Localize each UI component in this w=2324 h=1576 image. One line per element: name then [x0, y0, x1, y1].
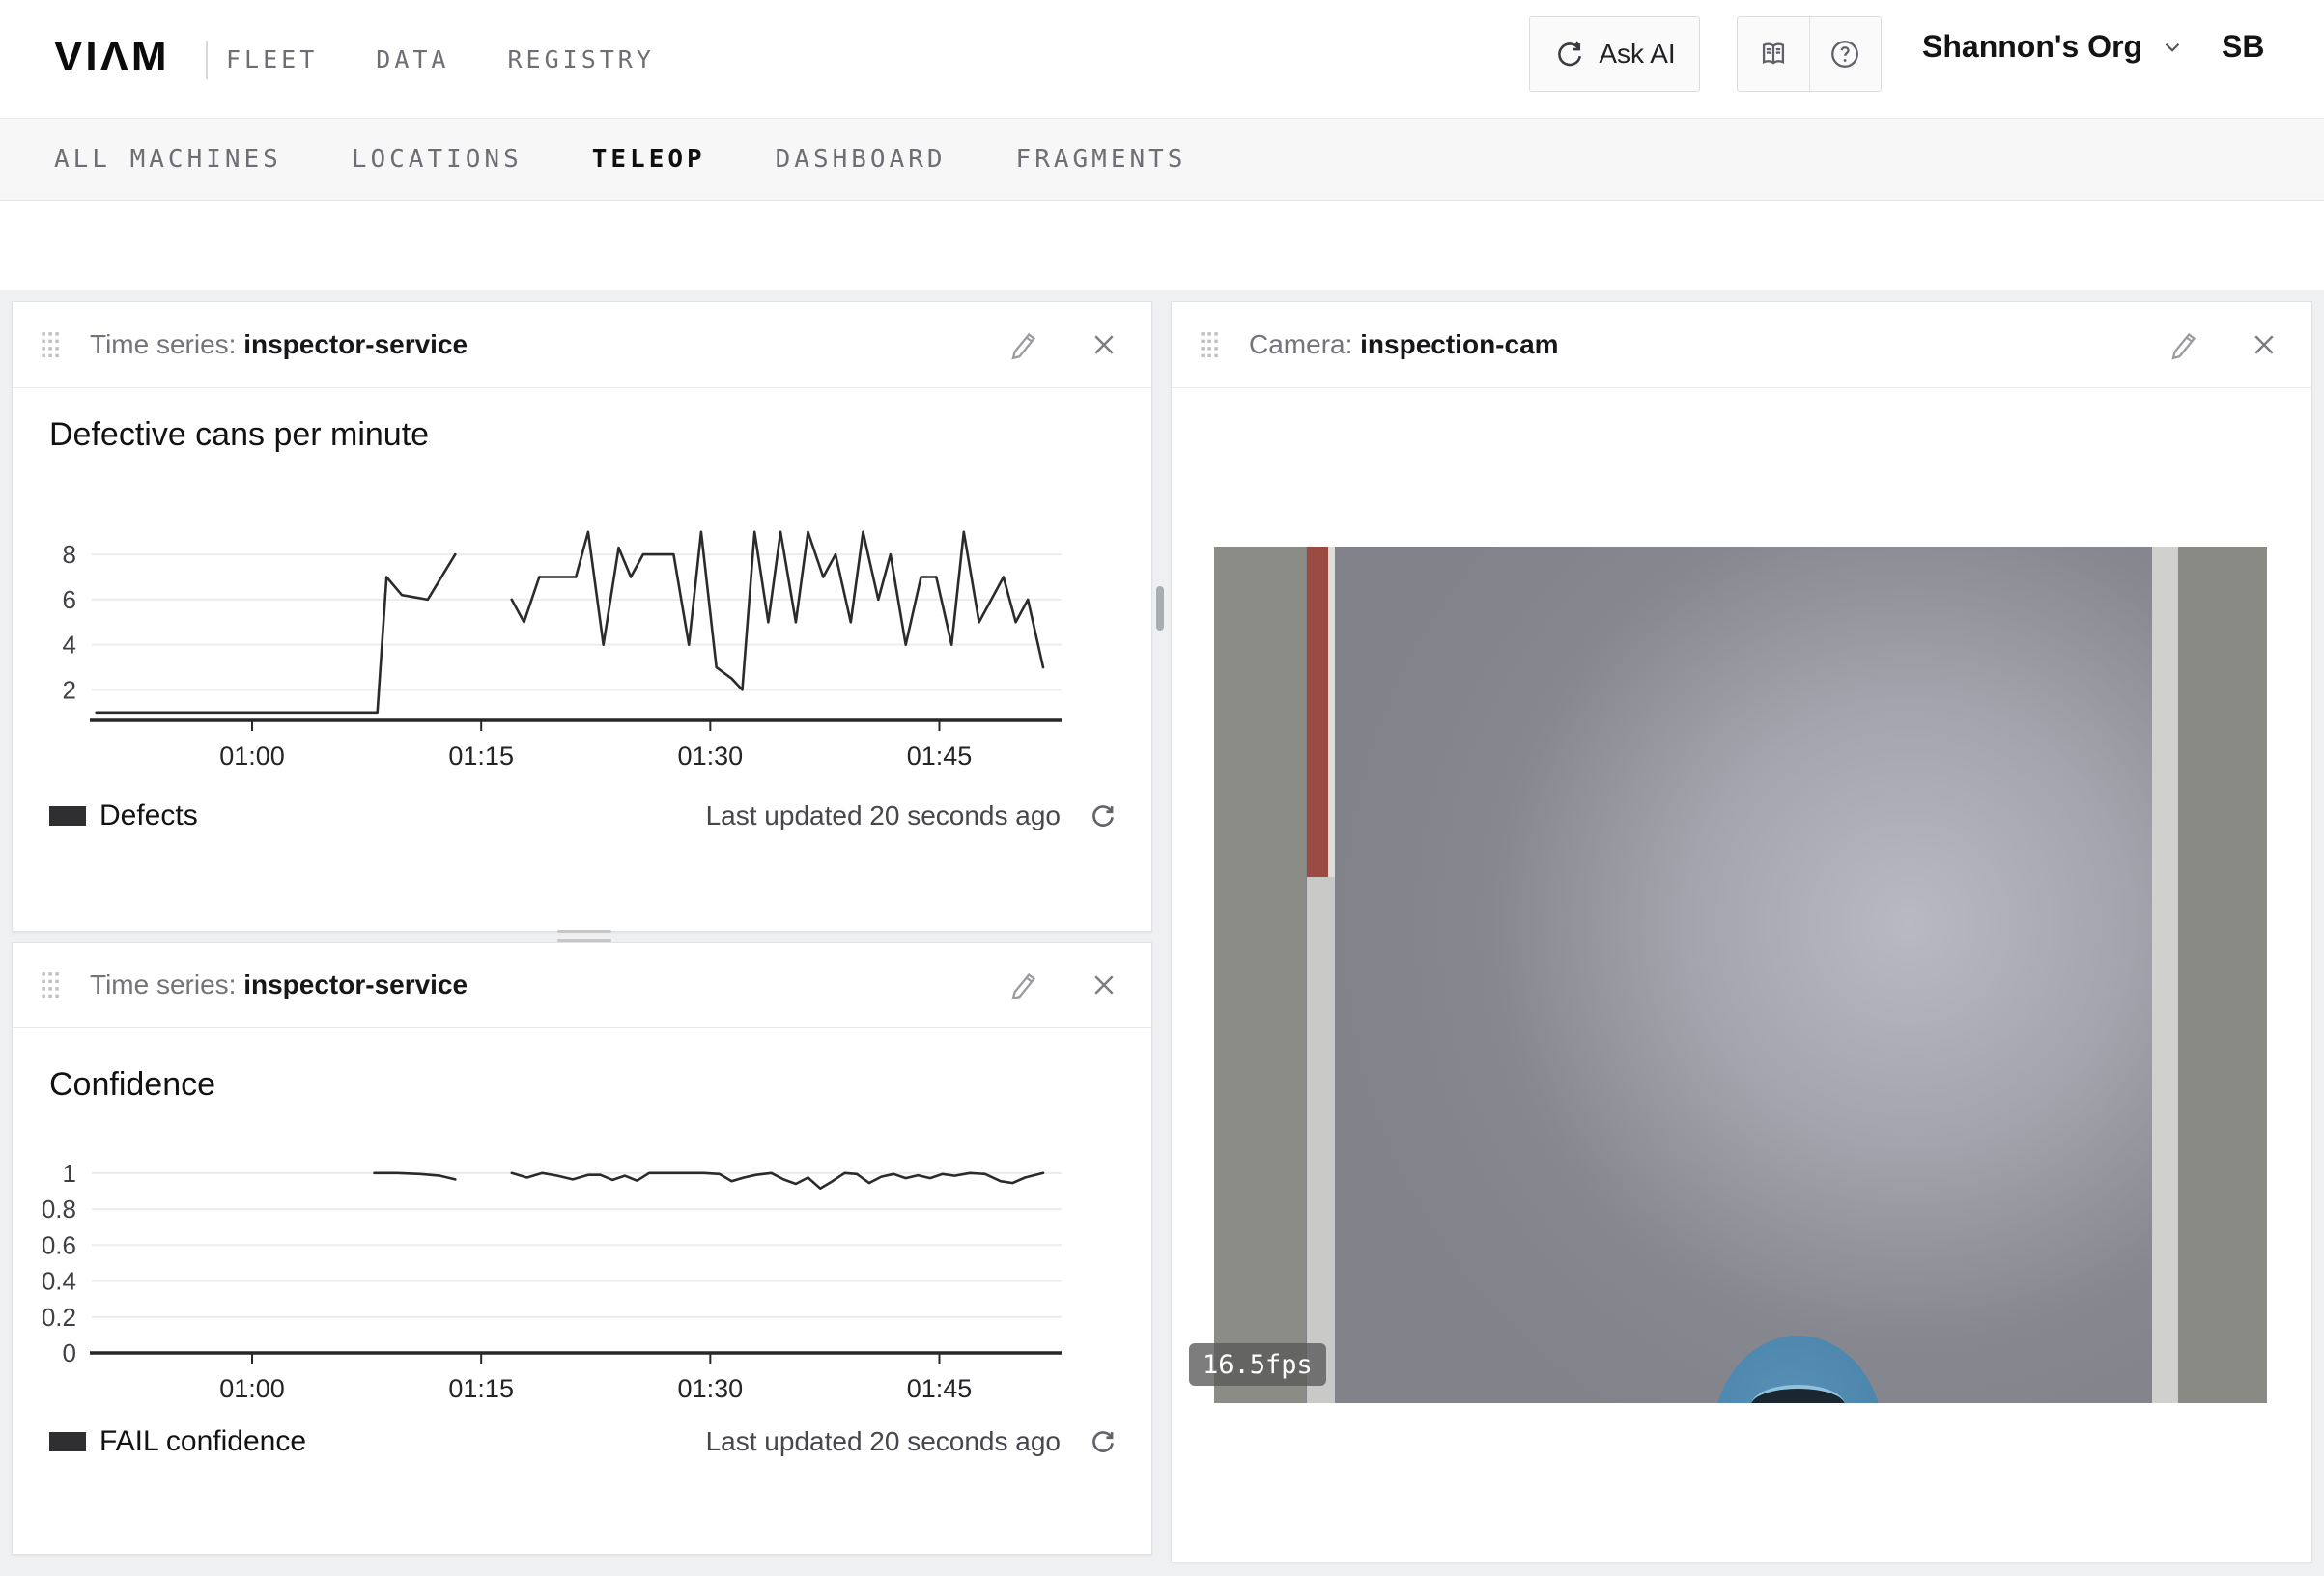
widget-resource-name: inspection-cam [1360, 329, 1558, 359]
svg-text:2: 2 [63, 675, 76, 704]
legend-swatch [49, 1432, 86, 1451]
help-button[interactable] [1809, 17, 1882, 91]
workspace-toolbar: Workspaces inspection Home inspection-st… [0, 201, 2324, 290]
svg-text:01:30: 01:30 [678, 742, 744, 771]
nav-item-registry[interactable]: REGISTRY [507, 45, 654, 73]
svg-text:01:15: 01:15 [448, 1374, 514, 1403]
tab-locations[interactable]: LOCATIONS [352, 145, 523, 174]
edit-widget-button[interactable] [2168, 329, 2199, 360]
chart-title: Defective cans per minute [49, 416, 429, 454]
drag-handle-icon[interactable] [40, 330, 61, 359]
edit-widget-button[interactable] [1008, 329, 1039, 360]
confidence-line-chart: 0 0.2 0.4 0.6 0.8 1 01:00 01:15 01:30 01:45 [38, 1113, 1105, 1403]
help-icon-group [1737, 16, 1882, 92]
drag-handle-icon[interactable] [1199, 330, 1220, 359]
nav-item-data[interactable]: DATA [376, 45, 449, 73]
org-name: Shannon's Org [1922, 29, 2142, 65]
refresh-icon[interactable] [1088, 801, 1119, 831]
svg-text:8: 8 [63, 540, 76, 569]
widget-resource-name: inspector-service [243, 970, 468, 999]
tab-all-machines[interactable]: ALL MACHINES [54, 145, 282, 174]
svg-text:01:45: 01:45 [907, 742, 973, 771]
close-widget-button[interactable] [2250, 330, 2279, 359]
last-updated-text: Last updated 20 seconds ago [706, 1426, 1061, 1457]
svg-text:0: 0 [63, 1338, 76, 1367]
svg-text:01:00: 01:00 [219, 1374, 285, 1403]
svg-text:1: 1 [63, 1159, 76, 1188]
avatar[interactable]: SB [2222, 29, 2264, 65]
svg-text:0.6: 0.6 [42, 1230, 76, 1259]
chart-footer: Defects Last updated 20 seconds ago [49, 800, 1119, 832]
column-resize-handle[interactable] [1156, 586, 1164, 631]
question-icon [1828, 38, 1861, 70]
ask-ai-sparkle-icon [1553, 38, 1586, 70]
teleop-workspace: Time series: inspector-service Defective… [0, 290, 2324, 1576]
camera-scene-red-bar [1307, 547, 1328, 877]
svg-text:01:30: 01:30 [678, 1374, 744, 1403]
nav-item-fleet[interactable]: FLEET [226, 45, 318, 73]
defects-line-chart: 2 4 6 8 01:00 01:15 01:30 01:45 [38, 481, 1105, 771]
top-header: VIΛM FLEET DATA REGISTRY Ask AI Shannon'… [0, 0, 2324, 119]
docs-button[interactable] [1738, 17, 1809, 91]
viam-logo[interactable]: VIΛM [54, 33, 170, 81]
tab-fragments[interactable]: FRAGMENTS [1016, 145, 1187, 174]
widget-timeseries-defects: Time series: inspector-service Defective… [12, 301, 1152, 932]
edit-widget-button[interactable] [1008, 970, 1039, 1000]
last-updated-text: Last updated 20 seconds ago [706, 801, 1061, 831]
fleet-subnav: ALL MACHINES LOCATIONS TELEOP DASHBOARD … [0, 119, 2324, 201]
widget-resource-name: inspector-service [243, 329, 468, 359]
fps-badge: 16.5fps [1189, 1343, 1326, 1386]
camera-scene-right-column [2178, 547, 2267, 1403]
svg-text:4: 4 [63, 631, 76, 660]
tab-teleop[interactable]: TELEOP [592, 145, 706, 174]
widget-timeseries-confidence: Time series: inspector-service Confidenc… [12, 942, 1152, 1555]
widget-header: Camera: inspection-cam [1172, 302, 2311, 388]
close-widget-button[interactable] [1090, 971, 1119, 999]
row-resize-handle[interactable] [557, 930, 611, 942]
refresh-icon[interactable] [1088, 1426, 1119, 1457]
svg-text:01:45: 01:45 [907, 1374, 973, 1403]
camera-scene-light-stripe-lower [1307, 877, 1335, 1403]
widget-camera: Camera: inspection-cam 16.5fps [1171, 301, 2312, 1562]
svg-text:01:00: 01:00 [219, 742, 285, 771]
chart-footer: FAIL confidence Last updated 20 seconds … [49, 1425, 1119, 1458]
chart-title: Confidence [49, 1066, 215, 1104]
header-divider [206, 41, 208, 79]
legend-swatch [49, 806, 86, 826]
chevron-down-icon [2160, 35, 2185, 60]
legend-label: Defects [99, 800, 198, 832]
legend-label: FAIL confidence [99, 1425, 306, 1458]
camera-scene-light-stripe [1328, 547, 1335, 877]
close-widget-button[interactable] [1090, 330, 1119, 359]
camera-scene-left-column [1214, 547, 1306, 1403]
svg-text:6: 6 [63, 585, 76, 614]
svg-text:0.2: 0.2 [42, 1303, 76, 1332]
viam-teleop-page: { "header": { "logo": "VIΛM", "nav_items… [0, 0, 2324, 1576]
primary-nav: FLEET DATA REGISTRY [226, 0, 655, 118]
camera-stream [1214, 547, 2267, 1403]
ask-ai-label: Ask AI [1599, 39, 1675, 70]
widget-header: Time series: inspector-service [13, 943, 1151, 1028]
widget-title: Camera: inspection-cam [1249, 329, 1559, 360]
widget-title: Time series: inspector-service [90, 329, 468, 360]
svg-text:0.8: 0.8 [42, 1195, 76, 1224]
ask-ai-button[interactable]: Ask AI [1529, 16, 1700, 92]
svg-text:0.4: 0.4 [42, 1267, 76, 1296]
widget-header: Time series: inspector-service [13, 302, 1151, 388]
widget-title: Time series: inspector-service [90, 970, 468, 1000]
tab-dashboard[interactable]: DASHBOARD [776, 145, 947, 174]
drag-handle-icon[interactable] [40, 971, 61, 999]
camera-scene-right-stripe [2152, 547, 2178, 1403]
book-icon [1757, 38, 1790, 70]
org-switcher[interactable]: Shannon's Org [1922, 29, 2185, 65]
svg-text:01:15: 01:15 [448, 742, 514, 771]
